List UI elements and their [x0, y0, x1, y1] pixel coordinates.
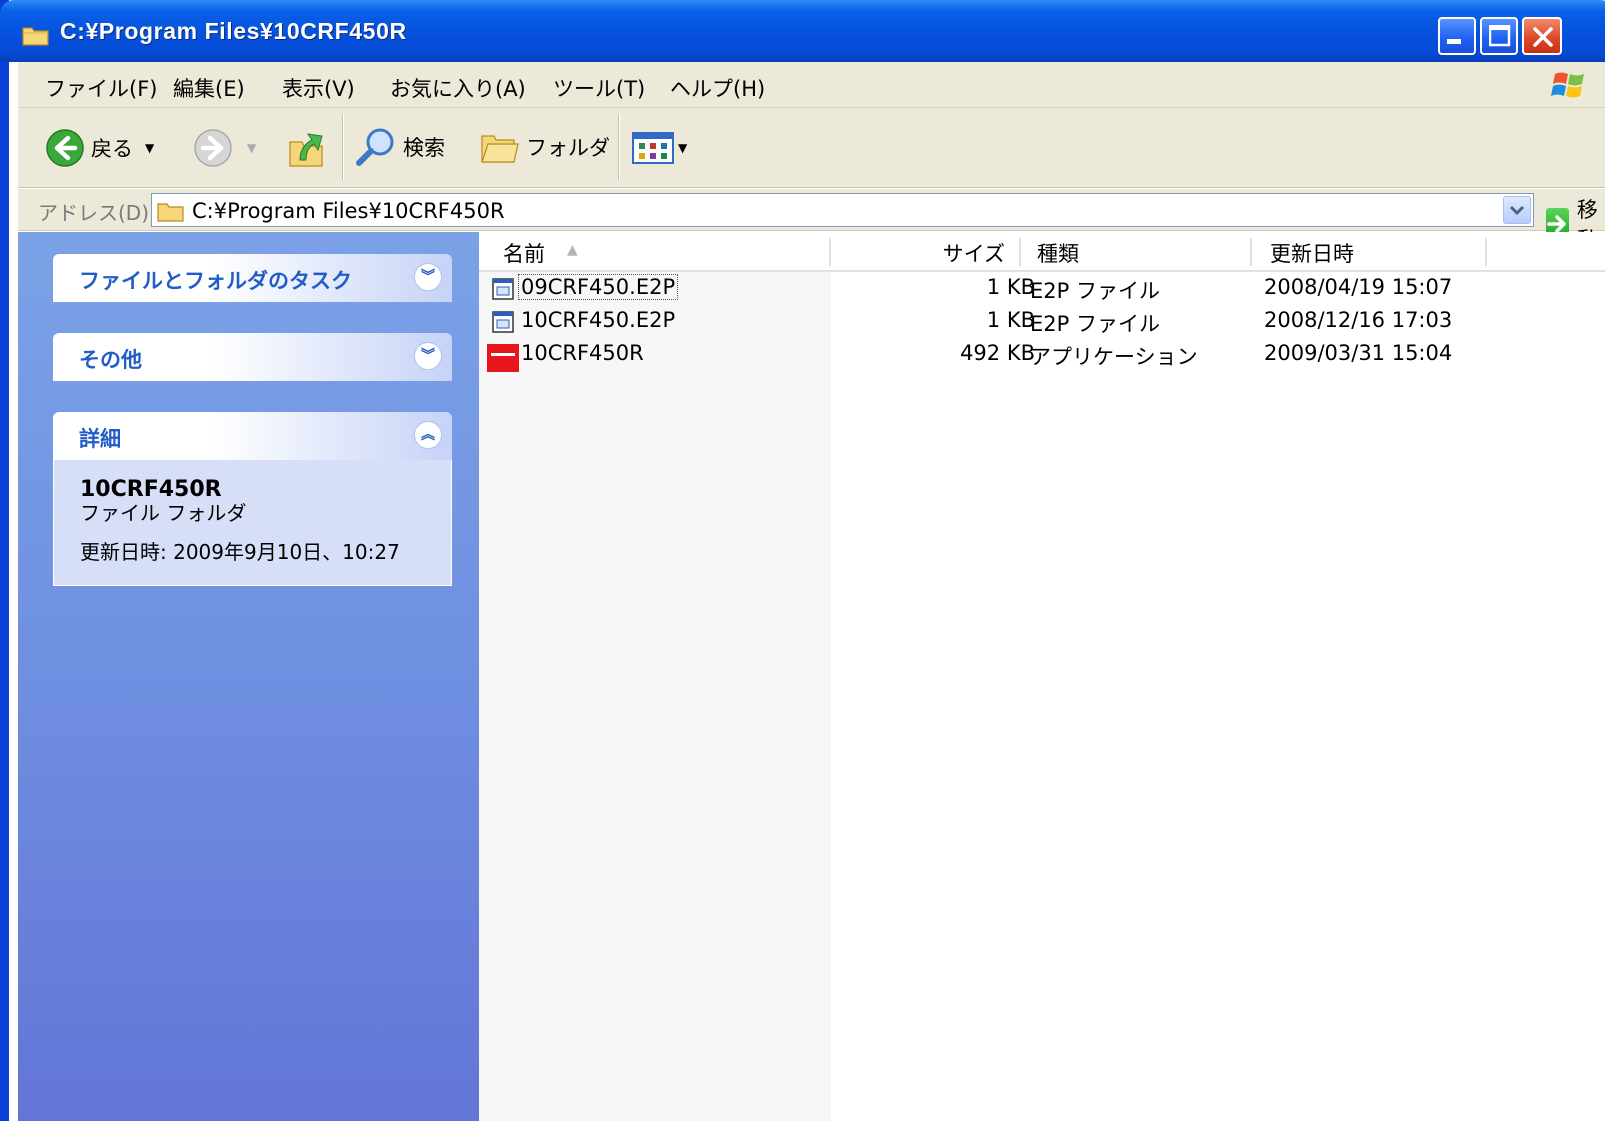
folder-icon [157, 203, 184, 222]
file-row[interactable]: 09CRF450.E2P 1 KB E2P ファイル 2008/04/19 15… [479, 273, 1605, 306]
window-title: C:¥Program Files¥10CRF450R [60, 18, 407, 44]
chevron-up-icon[interactable]: ︽ [414, 421, 442, 449]
task-pane: ファイルとフォルダのタスク ︾ その他 ︾ 詳細 ︽ 10CRF450R ファイ… [18, 232, 479, 1121]
up-folder-icon [289, 133, 323, 167]
menu-tools[interactable]: ツール(T) [553, 73, 645, 103]
close-icon [1533, 27, 1553, 47]
folders-button[interactable]: フォルダ [480, 128, 610, 166]
panel-details: 詳細 ︽ 10CRF450R ファイル フォルダ 更新日時: 2009年9月10… [53, 412, 452, 586]
toolbar: 戻る ▼ ▼ 検索 フォルダ ▼ [18, 108, 1605, 188]
file-modified: 2008/04/19 15:07 [1264, 275, 1453, 299]
back-button[interactable]: 戻る ▼ [45, 128, 154, 168]
folder-icon [22, 27, 49, 46]
chevron-down-icon [1509, 205, 1525, 216]
address-input[interactable]: C:¥Program Files¥10CRF450R [151, 193, 1534, 227]
panel-title: その他 [79, 348, 142, 372]
chevron-down-icon[interactable]: ︾ [414, 263, 442, 291]
panel-header[interactable]: ファイルとフォルダのタスク ︾ [53, 254, 452, 302]
maximize-icon [1489, 25, 1511, 47]
file-size: 1 KB [986, 308, 1035, 332]
file-size: 492 KB [960, 341, 1035, 365]
details-body: 10CRF450R ファイル フォルダ 更新日時: 2009年9月10日、10:… [53, 460, 452, 586]
back-dropdown-icon[interactable]: ▼ [145, 141, 154, 155]
column-header-modified[interactable]: 更新日時 [1252, 232, 1485, 270]
panel-header[interactable]: その他 ︾ [53, 333, 452, 381]
views-button[interactable]: ▼ [632, 132, 687, 164]
menu-favorites[interactable]: お気に入り(A) [390, 73, 526, 103]
file-list: 名前 ▲ サイズ 種類 更新日時 09CRF450.E2P 1 KB E2P フ… [479, 232, 1605, 1121]
details-name: 10CRF450R [80, 477, 222, 502]
search-label: 検索 [403, 136, 445, 160]
back-label: 戻る [91, 137, 133, 161]
chevron-down-icon[interactable]: ︾ [414, 342, 442, 370]
file-name: 09CRF450.E2P [517, 274, 679, 300]
views-icon [632, 132, 674, 164]
file-name: 10CRF450R [521, 341, 644, 365]
column-header-type[interactable]: 種類 [1021, 232, 1250, 270]
title-bar[interactable]: C:¥Program Files¥10CRF450R [0, 0, 1605, 62]
minimize-button[interactable] [1438, 17, 1476, 55]
panel-file-folder-tasks: ファイルとフォルダのタスク ︾ [53, 254, 452, 302]
file-type: E2P ファイル [1030, 279, 1160, 303]
menu-file[interactable]: ファイル(F) [45, 73, 157, 103]
e2p-file-icon [492, 278, 514, 300]
menu-bar: ファイル(F) 編集(E) 表示(V) お気に入り(A) ツール(T) ヘルプ(… [18, 62, 1605, 108]
close-button[interactable] [1522, 17, 1562, 55]
maximize-button[interactable] [1480, 17, 1518, 55]
panel-title: 詳細 [79, 427, 121, 451]
address-dropdown-button[interactable] [1503, 196, 1531, 224]
address-bar: アドレス(D) C:¥Program Files¥10CRF450R 移動 [18, 189, 1605, 252]
file-type: アプリケーション [1030, 345, 1198, 369]
address-value: C:¥Program Files¥10CRF450R [192, 199, 505, 223]
file-modified: 2008/12/16 17:03 [1264, 308, 1453, 332]
forward-dropdown-icon[interactable]: ▼ [247, 141, 256, 155]
back-arrow-icon [46, 129, 84, 167]
e2p-file-icon [492, 311, 514, 333]
details-type: ファイル フォルダ [80, 501, 247, 525]
forward-button[interactable]: ▼ [193, 128, 256, 168]
menu-view[interactable]: 表示(V) [282, 73, 355, 103]
list-header: 名前 ▲ サイズ 種類 更新日時 [479, 232, 1605, 272]
column-header-size[interactable]: サイズ [831, 232, 1019, 270]
panel-header[interactable]: 詳細 ︽ [53, 412, 452, 460]
file-size: 1 KB [986, 275, 1035, 299]
menu-edit[interactable]: 編集(E) [173, 73, 245, 103]
address-label: アドレス(D) [38, 201, 150, 225]
details-modified: 更新日時: 2009年9月10日、10:27 [80, 540, 400, 564]
panel-other-places: その他 ︾ [53, 333, 452, 381]
file-type: E2P ファイル [1030, 312, 1160, 336]
file-name: 10CRF450.E2P [521, 308, 676, 332]
forward-arrow-icon [194, 129, 232, 167]
explorer-window: C:¥Program Files¥10CRF450R ファイル(F) 編集(E)… [0, 0, 1605, 1121]
column-header-name[interactable]: 名前 ▲ [479, 232, 829, 270]
views-dropdown-icon[interactable]: ▼ [678, 141, 687, 155]
up-folder-button[interactable] [286, 124, 326, 168]
menu-help[interactable]: ヘルプ(H) [670, 73, 765, 103]
folders-icon [481, 135, 519, 163]
panel-title: ファイルとフォルダのタスク [79, 269, 352, 293]
file-row[interactable]: 10CRF450R 492 KB アプリケーション 2009/03/31 15:… [479, 339, 1605, 372]
application-icon [487, 344, 519, 372]
windows-logo-icon [1551, 72, 1584, 98]
search-button[interactable]: 検索 [355, 126, 445, 168]
folders-label: フォルダ [526, 136, 610, 160]
file-modified: 2009/03/31 15:04 [1264, 341, 1453, 365]
search-icon [356, 128, 394, 166]
file-row[interactable]: 10CRF450.E2P 1 KB E2P ファイル 2008/12/16 17… [479, 306, 1605, 339]
sort-ascending-icon: ▲ [567, 242, 578, 258]
minimize-icon [1447, 39, 1461, 44]
